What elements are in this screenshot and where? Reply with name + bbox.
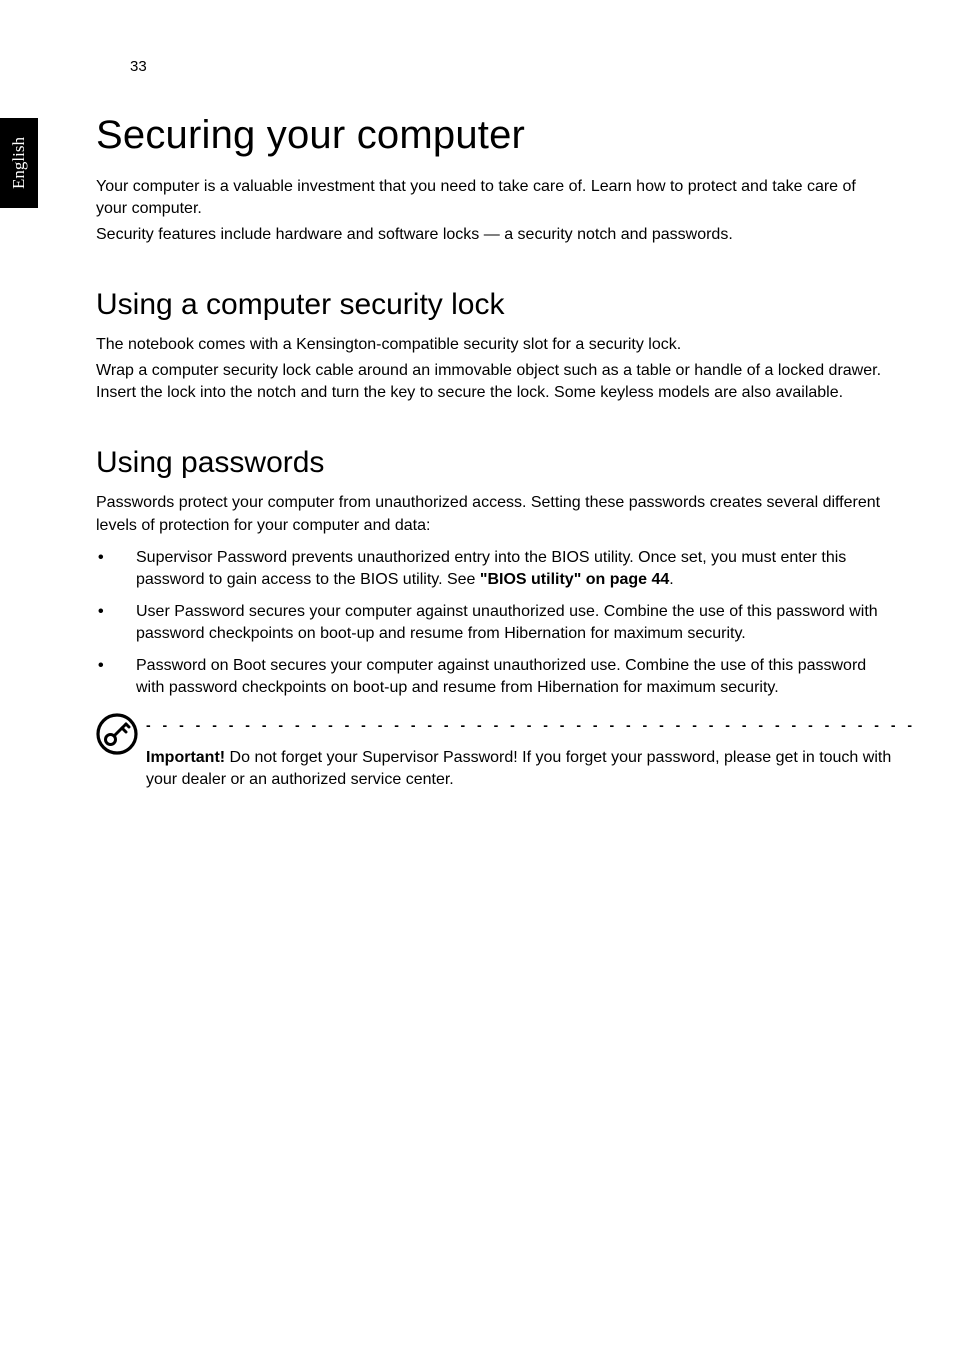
bullet-dot-icon: • (96, 547, 136, 569)
language-tab: English (0, 118, 38, 208)
list-item: • User Password secures your computer ag… (96, 601, 886, 645)
page-number: 33 (130, 58, 886, 75)
passwords-intro: Passwords protect your computer from una… (96, 492, 886, 536)
bullet-text: Password on Boot secures your computer a… (136, 657, 866, 696)
list-item: • Password on Boot secures your computer… (96, 655, 886, 699)
security-lock-paragraph-2: Wrap a computer security lock cable arou… (96, 360, 886, 404)
list-item: • Supervisor Password prevents unauthori… (96, 547, 886, 591)
intro-paragraph-2: Security features include hardware and s… (96, 224, 886, 246)
note-body: - - - - - - - - - - - - - - - - - - - - … (146, 713, 916, 791)
list-item-text: Password on Boot secures your computer a… (136, 655, 886, 699)
bullet-dot-icon: • (96, 655, 136, 677)
bullet-text: User Password secures your computer agai… (136, 603, 878, 642)
important-label: Important! (146, 749, 225, 766)
page-content: 33 Securing your computer Your computer … (96, 58, 886, 791)
important-text: Do not forget your Supervisor Password! … (146, 749, 891, 788)
list-item-text: User Password secures your computer agai… (136, 601, 886, 645)
bullet-text-post: . (669, 571, 673, 588)
page-title: Securing your computer (96, 113, 886, 158)
dash-separator: - - - - - - - - - - - - - - - - - - - - … (146, 717, 916, 733)
note-text: Important! Do not forget your Supervisor… (146, 747, 916, 791)
important-note: - - - - - - - - - - - - - - - - - - - - … (96, 713, 886, 791)
passwords-bullet-list: • Supervisor Password prevents unauthori… (96, 547, 886, 699)
bios-utility-link[interactable]: "BIOS utility" on page 44 (480, 571, 669, 588)
key-icon (96, 713, 146, 755)
section-heading-passwords: Using passwords (96, 446, 886, 480)
security-lock-paragraph-1: The notebook comes with a Kensington-com… (96, 334, 886, 356)
bullet-dot-icon: • (96, 601, 136, 623)
section-heading-security-lock: Using a computer security lock (96, 288, 886, 322)
intro-paragraph-1: Your computer is a valuable investment t… (96, 176, 886, 220)
list-item-text: Supervisor Password prevents unauthorize… (136, 547, 886, 591)
